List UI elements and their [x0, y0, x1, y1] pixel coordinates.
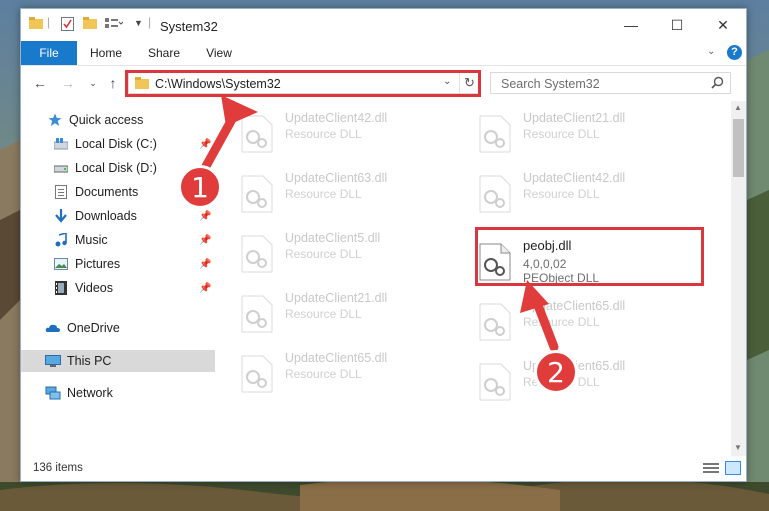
annotation-arrows	[200, 95, 559, 352]
step-badge-2: 2	[534, 350, 578, 394]
step-badge-1: 1	[178, 165, 222, 209]
